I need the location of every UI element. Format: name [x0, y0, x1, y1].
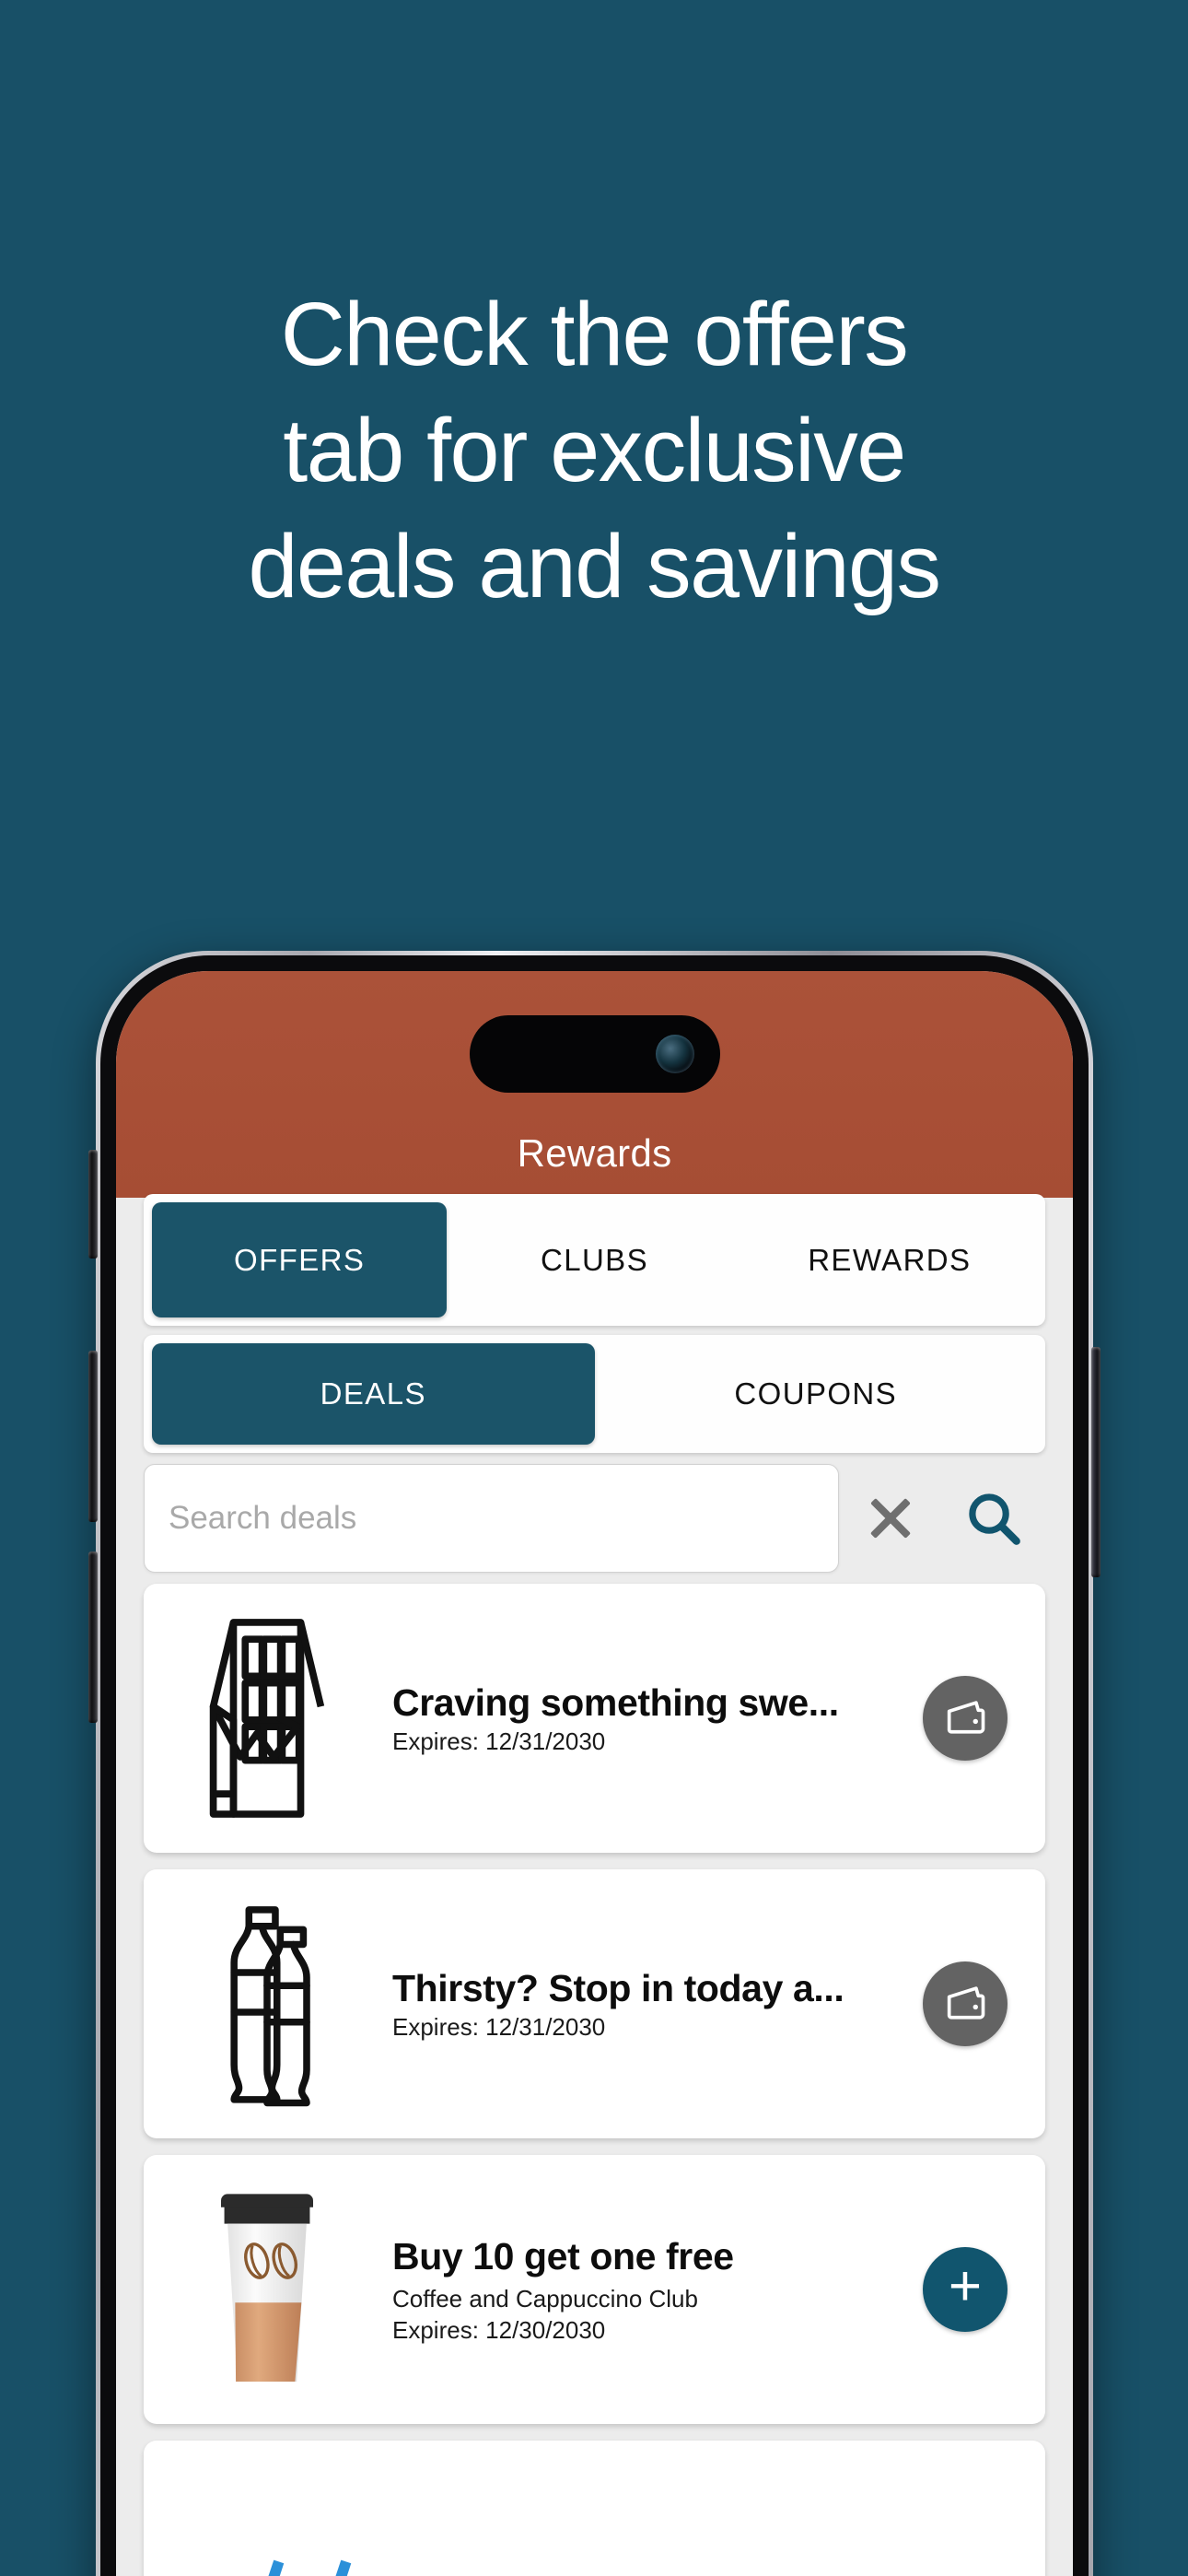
deal-text: Craving something swe... Expires: 12/31/…: [365, 1681, 916, 1756]
wallet-icon: [947, 1701, 985, 1734]
tab-coupons[interactable]: COUPONS: [595, 1343, 1038, 1445]
tab-deals[interactable]: DEALS: [152, 1343, 595, 1445]
deal-expiry: Expires: 12/30/2030: [392, 2315, 606, 2344]
deal-action: +: [916, 2247, 1014, 2332]
coffee-cup-icon: [221, 2194, 313, 2382]
add-club-button[interactable]: +: [923, 2247, 1007, 2332]
primary-tab-bar: OFFERS CLUBS REWARDS: [144, 1194, 1045, 1326]
chocolate-bar-icon: [209, 1619, 325, 1818]
tab-offers-label: OFFERS: [234, 1242, 366, 1277]
search-input[interactable]: Search deals: [144, 1464, 839, 1573]
search-submit-button[interactable]: [942, 1464, 1045, 1573]
deal-title: Craving something swe...: [392, 1680, 839, 1724]
deal-thumbnail: [169, 1869, 365, 2138]
magnifier-icon: [969, 1493, 1020, 1545]
deal-thumbnail: [169, 2155, 365, 2424]
add-to-wallet-button[interactable]: [923, 1961, 1007, 2046]
toothbrush-icon: [268, 2559, 352, 2576]
tab-clubs-label: CLUBS: [540, 1242, 649, 1277]
promo-headline-line-2: tab for exclusive: [283, 400, 906, 501]
deal-expiry: Expires: 12/31/2030: [392, 2012, 606, 2041]
tab-rewards-label: REWARDS: [808, 1242, 972, 1277]
soda-bottles-icon: [230, 1906, 310, 2107]
phone-frame: Rewards OFFERS CLUBS REWARDS DEALS COUPO…: [88, 951, 1101, 2576]
tab-coupons-label: COUPONS: [734, 1376, 898, 1411]
phone-mockup: Rewards OFFERS CLUBS REWARDS DEALS COUPO…: [88, 951, 1101, 2576]
deal-card[interactable]: Craving something swe... Expires: 12/31/…: [144, 1584, 1045, 1853]
tab-offers[interactable]: OFFERS: [152, 1202, 448, 1317]
promo-headline-line-3: deals and savings: [248, 516, 941, 617]
front-camera-icon: [655, 1035, 694, 1073]
deal-card[interactable]: [144, 2441, 1045, 2576]
deal-action: [916, 1676, 1014, 1761]
deal-text: Buy 10 get one free Coffee and Cappuccin…: [365, 2235, 916, 2345]
tab-clubs[interactable]: CLUBS: [447, 1202, 741, 1317]
phone-volume-up-button[interactable]: [88, 1351, 98, 1522]
secondary-tab-bar: DEALS COUPONS: [144, 1335, 1045, 1453]
deal-card[interactable]: Thirsty? Stop in today a... Expires: 12/…: [144, 1869, 1045, 2138]
deal-subtitle: Coffee and Cappuccino Club: [392, 2284, 698, 2313]
clear-search-button[interactable]: [839, 1464, 942, 1573]
dynamic-island: [469, 1015, 720, 1093]
tab-rewards[interactable]: REWARDS: [742, 1202, 1037, 1317]
deal-expiry: Expires: 12/31/2030: [392, 1727, 606, 1755]
close-x-icon: [861, 1489, 920, 1548]
plus-icon: +: [948, 2254, 983, 2318]
promo-headline-line-1: Check the offers: [280, 284, 909, 384]
phone-screen: Rewards OFFERS CLUBS REWARDS DEALS COUPO…: [116, 971, 1073, 2576]
deal-title: Thirsty? Stop in today a...: [392, 1966, 844, 2009]
search-row: Search deals: [144, 1464, 1045, 1573]
add-to-wallet-button[interactable]: [923, 1676, 1007, 1761]
phone-action-button[interactable]: [88, 1150, 98, 1259]
deal-thumbnail: [169, 1584, 365, 1853]
search-placeholder: Search deals: [169, 1500, 357, 1536]
deal-thumbnail: [169, 2441, 365, 2576]
wallet-icon: [947, 1986, 985, 2020]
tab-deals-label: DEALS: [320, 1376, 426, 1411]
deal-action: [916, 1961, 1014, 2046]
page-title: Rewards: [517, 1131, 672, 1175]
deal-card[interactable]: Buy 10 get one free Coffee and Cappuccin…: [144, 2155, 1045, 2424]
app-header: Rewards: [116, 971, 1073, 1198]
phone-volume-down-button[interactable]: [88, 1551, 98, 1723]
phone-power-button[interactable]: [1091, 1347, 1101, 1577]
promo-headline: Check the offers tab for exclusive deals…: [0, 276, 1188, 625]
deal-title: Buy 10 get one free: [392, 2234, 734, 2277]
deal-list: Craving something swe... Expires: 12/31/…: [116, 1584, 1073, 2576]
deal-text: Thirsty? Stop in today a... Expires: 12/…: [365, 1967, 916, 2042]
